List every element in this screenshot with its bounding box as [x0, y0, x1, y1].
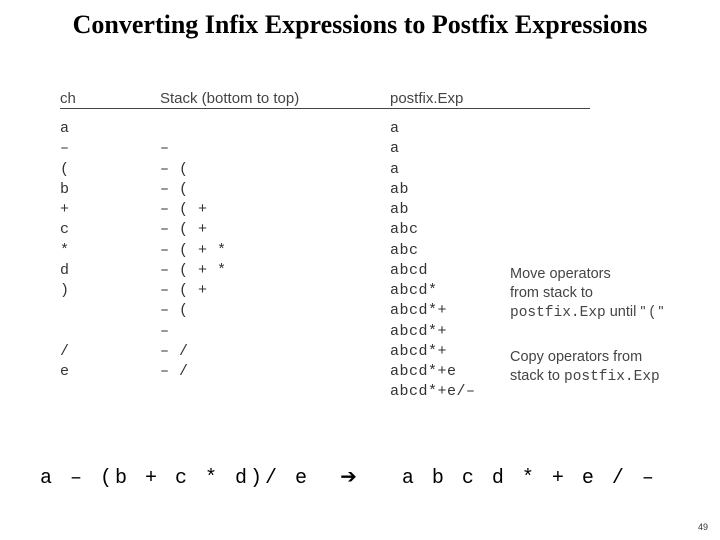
table-row: +– ( +ab [60, 200, 690, 220]
expression-summary: a – (b + c * d)/ e ➔ a b c d * + e / – [40, 464, 680, 490]
postfix-expression: a b c d * + e / – [402, 467, 657, 490]
infix-expression: a – (b + c * d)/ e [40, 467, 310, 490]
table-row: –abcd*+ [60, 322, 690, 342]
header-stack: Stack (bottom to top) [160, 90, 390, 109]
table-row: b– (ab [60, 180, 690, 200]
page-title: Converting Infix Expressions to Postfix … [0, 0, 720, 40]
table-header-row: ch Stack (bottom to top) postfix.Exp [60, 90, 690, 109]
table-row: ––a [60, 139, 690, 159]
table-row: c– ( +abc [60, 220, 690, 240]
page-number: 49 [698, 522, 708, 532]
header-postfix: postfix.Exp [390, 90, 590, 109]
table-row: (– (a [60, 160, 690, 180]
annotation-copy-operators: Copy operators from stack to postfix.Exp [510, 348, 660, 387]
arrow-icon: ➔ [340, 466, 357, 488]
annotation-move-operators: Move operators from stack to postfix.Exp… [510, 265, 664, 323]
header-ch: ch [60, 90, 160, 109]
table-row: *– ( + *abc [60, 241, 690, 261]
table-row: aa [60, 119, 690, 139]
